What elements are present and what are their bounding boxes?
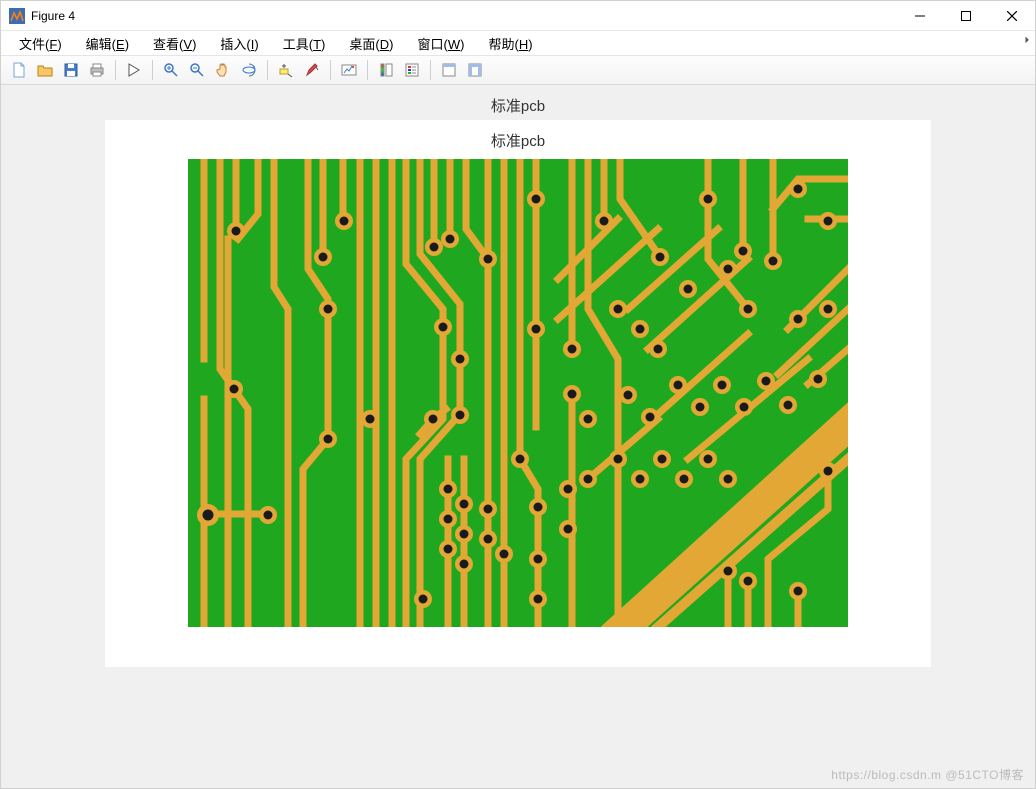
edit-plot-button[interactable]	[122, 58, 146, 82]
figure-content-area: 标准pcb 标准pcb	[1, 85, 1035, 788]
toolbar-separator	[267, 60, 268, 80]
figure-super-title: 标准pcb	[491, 95, 545, 116]
toolbar-separator	[330, 60, 331, 80]
hide-plot-tools-button[interactable]	[437, 58, 461, 82]
window-minimize-button[interactable]	[897, 1, 943, 31]
pcb-image[interactable]	[188, 159, 848, 627]
zoom-in-button[interactable]	[159, 58, 183, 82]
data-cursor-button[interactable]	[274, 58, 298, 82]
figure-panel: 标准pcb	[105, 120, 931, 667]
insert-colorbar-button[interactable]	[374, 58, 398, 82]
open-button[interactable]	[33, 58, 57, 82]
window-close-button[interactable]	[989, 1, 1035, 31]
rotate-3d-button[interactable]	[237, 58, 261, 82]
toolbar	[1, 55, 1035, 85]
menubar: 文件(F) 编辑(E) 查看(V) 插入(I) 工具(T) 桌面(D) 窗口(W…	[1, 31, 1035, 55]
watermark-text: https://blog.csdn.m @51CTO博客	[831, 766, 1024, 783]
window-maximize-button[interactable]	[943, 1, 989, 31]
window-titlebar: Figure 4	[1, 1, 1035, 31]
new-figure-button[interactable]	[7, 58, 31, 82]
menu-edit[interactable]: 编辑(E)	[76, 32, 139, 55]
app-icon	[9, 8, 25, 24]
show-plot-tools-button[interactable]	[463, 58, 487, 82]
menu-window[interactable]: 窗口(W)	[407, 32, 474, 55]
pan-button[interactable]	[211, 58, 235, 82]
toolbar-separator	[367, 60, 368, 80]
axes-title: 标准pcb	[491, 130, 545, 151]
menu-help[interactable]: 帮助(H)	[478, 32, 542, 55]
menu-tools[interactable]: 工具(T)	[273, 32, 336, 55]
insert-legend-button[interactable]	[400, 58, 424, 82]
save-button[interactable]	[59, 58, 83, 82]
toolbar-separator	[430, 60, 431, 80]
toolbar-separator	[115, 60, 116, 80]
menu-desktop[interactable]: 桌面(D)	[339, 32, 403, 55]
window-title: Figure 4	[31, 9, 75, 23]
menu-insert[interactable]: 插入(I)	[210, 32, 268, 55]
link-data-button[interactable]	[337, 58, 361, 82]
toolbar-separator	[152, 60, 153, 80]
menu-file[interactable]: 文件(F)	[9, 32, 72, 55]
toolbar-overflow-icon[interactable]: 🞂	[1025, 35, 1029, 46]
zoom-out-button[interactable]	[185, 58, 209, 82]
print-button[interactable]	[85, 58, 109, 82]
menu-view[interactable]: 查看(V)	[143, 32, 206, 55]
brush-button[interactable]	[300, 58, 324, 82]
